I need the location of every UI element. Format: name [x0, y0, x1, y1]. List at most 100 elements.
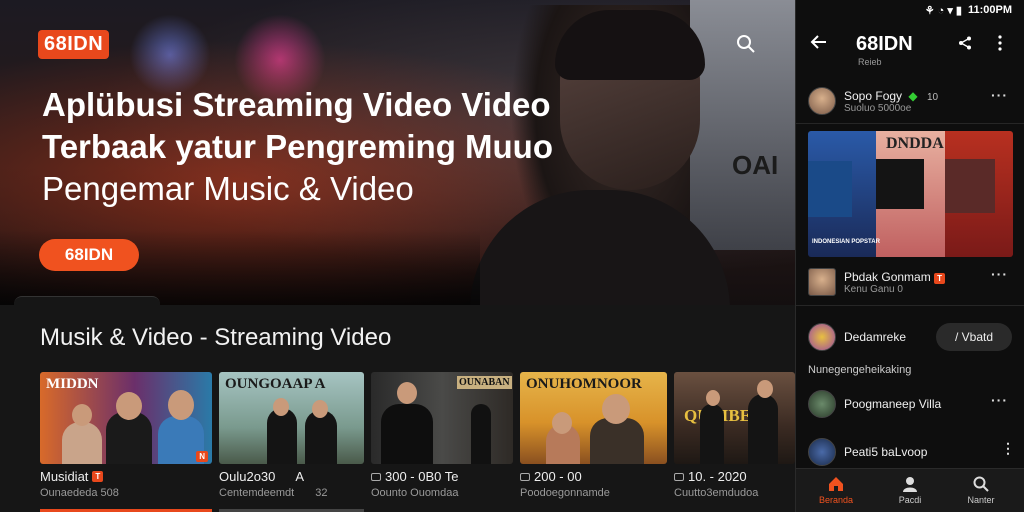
- thumbnail-banner: MIDDN: [46, 376, 99, 392]
- card-subtitle: Poodoegonnamde: [520, 487, 610, 499]
- hero-title-line-3: Pengemar Music & Video: [42, 170, 414, 207]
- hero-cta-button[interactable]: 68IDN: [39, 239, 139, 271]
- person-face: [397, 382, 417, 404]
- tab-label: Beranda: [818, 495, 854, 505]
- hero-title: Aplübusi Streaming Video Video Terbaak y…: [42, 84, 642, 210]
- video-card[interactable]: ONUHOMNOOR 200 - 00 Poodoegonnamde: [520, 372, 667, 499]
- hero-title-line-2: Terbaak yatur Pengreming Muuo: [42, 128, 553, 165]
- video-title: DNDDA: [886, 135, 944, 152]
- more-horizontal-icon[interactable]: ···: [991, 392, 1008, 408]
- card-subtitle: Cuutto3emdudoa: [674, 487, 759, 499]
- video-panel: [944, 131, 1013, 257]
- person-face: [945, 131, 969, 159]
- avatar: [808, 438, 836, 466]
- card-subtitle: Ounaededa 508: [40, 487, 119, 499]
- person-figure: [700, 404, 724, 464]
- thumbnail-banner: ONUHOMNOOR: [526, 376, 642, 392]
- more-vertical-icon[interactable]: ⋮: [1001, 440, 1015, 457]
- person-figure: [305, 410, 337, 464]
- back-arrow-icon[interactable]: [810, 33, 828, 51]
- thumbnail-banner: OUNABAN: [457, 376, 512, 389]
- video-thumbnail[interactable]: QUNIBEO: [674, 372, 795, 464]
- section-label: Nunegengeheikaking: [808, 364, 912, 376]
- video-thumbnail[interactable]: OUNGOAAP A: [219, 372, 364, 464]
- video-card[interactable]: QUNIBEO 10. - 2020 Cuutto3emdudoa: [674, 372, 795, 499]
- card-title: Oulu2o30: [219, 469, 276, 484]
- list-item-title-row: Pbdak Gonmam T: [844, 270, 945, 284]
- tab-label: Pacdi: [898, 495, 922, 505]
- card-subtitle-extra: 32: [315, 487, 328, 499]
- bottom-tab-bar: Beranda Pacdi Nanter: [796, 468, 1024, 512]
- video-thumbnail[interactable]: ONUHOMNOOR: [520, 372, 667, 464]
- video-thumbnail[interactable]: OUNABAN: [371, 372, 513, 464]
- card-title: 300 - 0B0 Te: [385, 469, 459, 484]
- list-item[interactable]: Poogmaneep Villa: [808, 390, 941, 418]
- status-bar: ⚘ ◔ ▾ ▮ 11:00PM: [925, 4, 1012, 17]
- person-figure: [748, 394, 778, 464]
- hot-badge: N: [196, 451, 208, 462]
- video-subtitle: INDONESIAN POPSTAR: [812, 239, 880, 245]
- list-item-meta: Kenu Ganu 0: [844, 283, 903, 295]
- hero-artist-headphones: [555, 10, 705, 80]
- list-item[interactable]: Peati5 baLvoop: [808, 438, 927, 466]
- video-card[interactable]: MIDDN N Musidiat T Ounaededa 508: [40, 372, 212, 499]
- more-horizontal-icon[interactable]: ···: [991, 87, 1008, 103]
- card-title-row: 10. - 2020: [674, 469, 795, 484]
- tab-profile[interactable]: Pacdi: [880, 475, 940, 505]
- play-icon: [520, 472, 530, 481]
- more-horizontal-icon[interactable]: ···: [991, 266, 1008, 282]
- avatar: [808, 323, 836, 351]
- avatar: [808, 268, 836, 296]
- verified-icon: ◆: [908, 88, 918, 103]
- tab-label: Nanter: [967, 495, 995, 505]
- divider: [796, 305, 1024, 306]
- list-item-title: Pbdak Gonmam: [844, 269, 931, 284]
- card-title: 200 - 00: [534, 469, 582, 484]
- panel-subtitle: Reieb: [858, 57, 882, 67]
- list-item[interactable]: Sopo Fogy ◆ 10 Suoluo 5000oe: [808, 87, 938, 115]
- person-face: [312, 400, 328, 418]
- avatar: [808, 390, 836, 418]
- tab-home[interactable]: Beranda: [806, 475, 866, 505]
- person-face: [72, 404, 92, 426]
- card-title-row: 300 - 0B0 Te: [371, 469, 513, 484]
- home-icon: [829, 477, 843, 491]
- new-badge: T: [934, 272, 945, 284]
- person-face: [808, 131, 834, 161]
- section-title: Musik & Video - Streaming Video: [40, 324, 392, 351]
- person-face: [273, 398, 289, 416]
- list-item-title: Sopo Fogy: [844, 88, 903, 103]
- card-subtitle: Oounto Ouomdaa: [371, 487, 459, 499]
- featured-video-thumbnail[interactable]: DNDDA INDONESIAN POPSTAR: [808, 131, 1013, 257]
- list-item-title-row: Sopo Fogy ◆ 10: [844, 89, 938, 103]
- video-card[interactable]: OUNGOAAP A Oulu2o30 A Centemdeemdt 32: [219, 372, 364, 499]
- list-item[interactable]: Pbdak Gonmam T Kenu Ganu 0: [808, 268, 945, 296]
- person-figure: [808, 161, 852, 217]
- list-item-text: Sopo Fogy ◆ 10 Suoluo 5000oe: [844, 89, 938, 114]
- status-time: 11:00PM: [967, 4, 1012, 16]
- search-icon: [973, 476, 989, 492]
- list-item[interactable]: Dedamreke: [808, 323, 906, 351]
- video-thumbnail[interactable]: MIDDN N: [40, 372, 212, 464]
- person-figure: [944, 159, 995, 213]
- tab-search[interactable]: Nanter: [951, 475, 1011, 505]
- person-face: [552, 412, 572, 434]
- follow-button[interactable]: / Vbatd: [936, 323, 1012, 351]
- person-face: [706, 390, 720, 406]
- status-icons: ⚘ ◔ ▾ ▮: [924, 5, 962, 17]
- section-tab-edge: [14, 296, 160, 308]
- card-title: 10. - 2020: [688, 469, 747, 484]
- person-figure: [62, 422, 102, 464]
- list-item-title: Peati5 baLvoop: [844, 445, 928, 459]
- more-vertical-icon[interactable]: [995, 34, 1005, 52]
- card-title: Musidiat: [40, 469, 89, 484]
- search-icon[interactable]: [736, 34, 756, 54]
- hero-banner: OAI 68IDN Aplübusi Streaming Video Video…: [0, 0, 795, 305]
- video-card[interactable]: OUNABAN 300 - 0B0 Te Oounto Ouomdaa: [371, 372, 513, 499]
- brand-logo[interactable]: 68IDN: [38, 30, 110, 59]
- divider: [796, 123, 1024, 124]
- person-face: [168, 390, 194, 420]
- play-icon: [371, 472, 381, 481]
- user-icon: [903, 477, 917, 492]
- share-icon[interactable]: [958, 36, 972, 50]
